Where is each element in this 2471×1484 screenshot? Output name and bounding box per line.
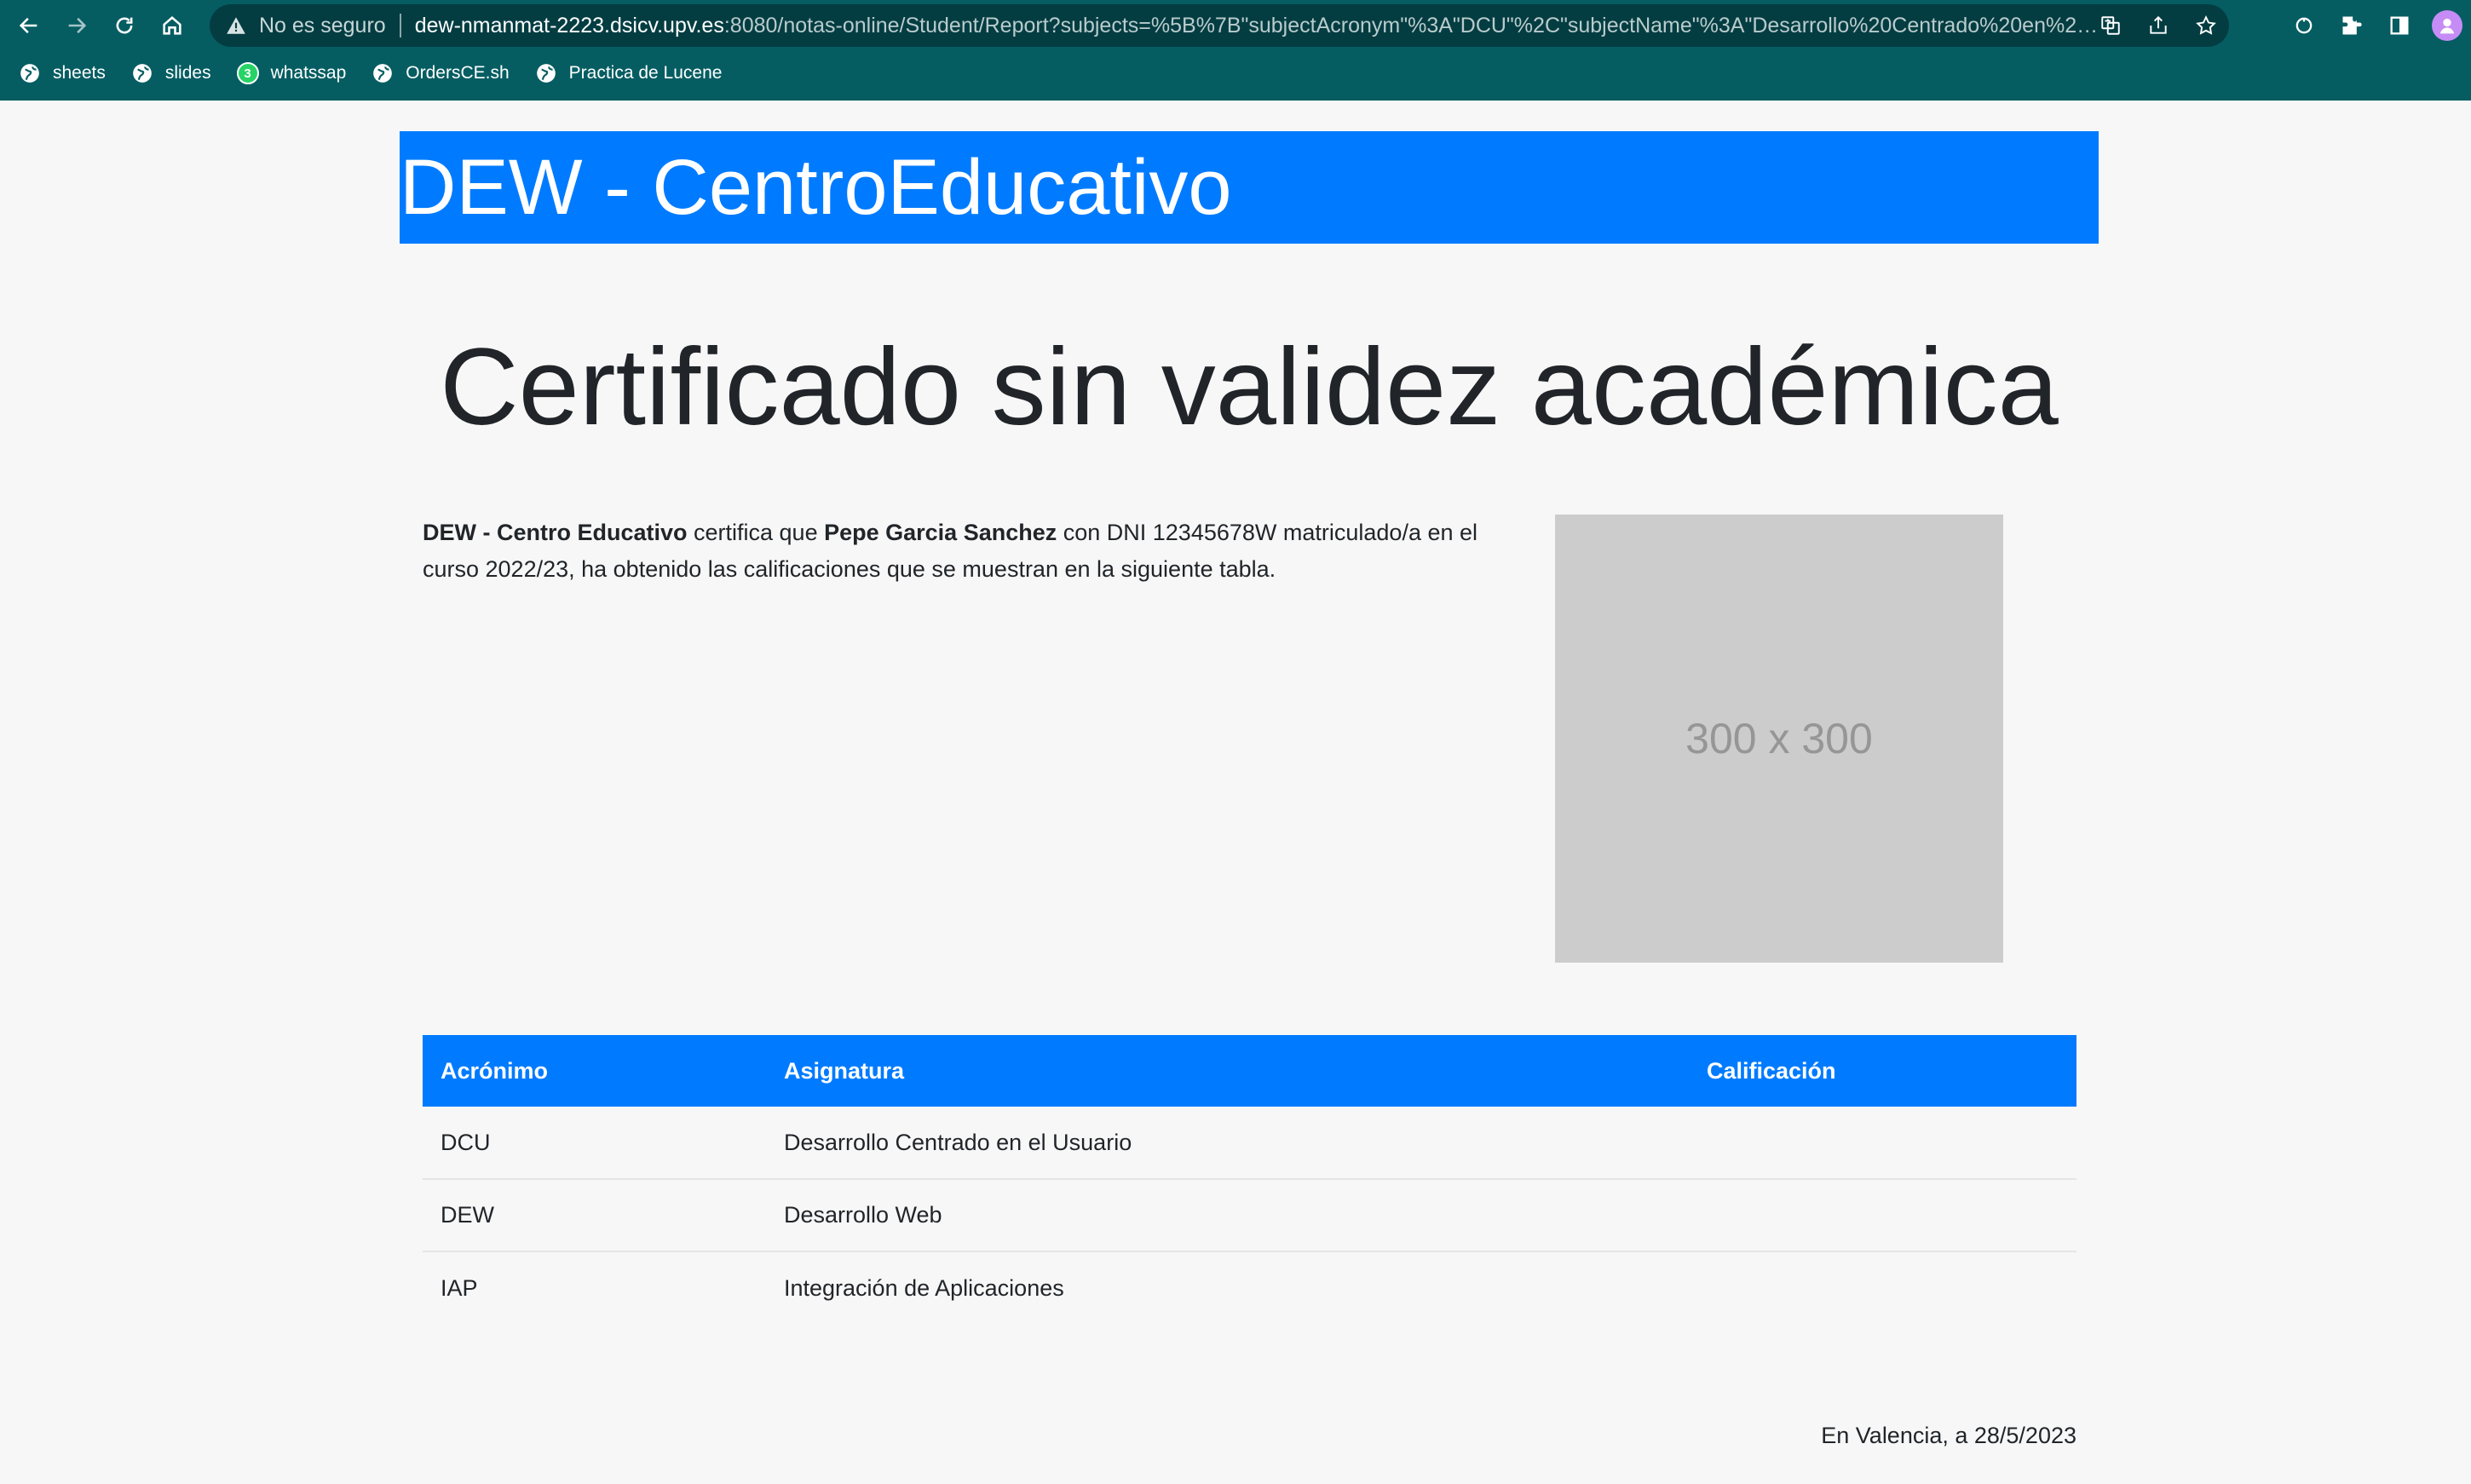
grade-cell: [1689, 1179, 2076, 1252]
table-row: DEW Desarrollo Web: [423, 1179, 2076, 1252]
translate-icon[interactable]: [2098, 13, 2123, 38]
grade-cell: [1689, 1251, 2076, 1324]
reload-icon: [116, 17, 133, 34]
share-icon[interactable]: [2146, 13, 2171, 38]
column-header-subject: Asignatura: [784, 1057, 905, 1084]
page-title: Certificado sin validez académica: [440, 326, 2059, 448]
reload-button[interactable]: [106, 7, 143, 44]
forward-button[interactable]: [58, 7, 95, 44]
certificate-intro: DEW - Centro Educativo certifica que Pep…: [423, 515, 1522, 588]
browser-toolbar: No es seguro dew-nmanmat-2223.dsicv.upv.…: [0, 0, 2471, 51]
subject-cell: Integración de Aplicaciones: [784, 1274, 1064, 1301]
certificate-date: En Valencia, a 28/5/2023: [1821, 1423, 2076, 1448]
table-row: IAP Integración de Aplicaciones: [423, 1251, 2076, 1324]
security-label[interactable]: No es seguro: [259, 14, 386, 38]
institution-name: DEW - Centro Educativo: [423, 520, 688, 545]
column-header-grade: Calificación: [1707, 1057, 1836, 1084]
arrow-right-icon: [68, 17, 87, 34]
url-path[interactable]: :8080/notas-online/Student/Report?subjec…: [724, 14, 2105, 38]
bookmark-label: Practica de Lucene: [568, 63, 723, 83]
student-name: Pepe Garcia Sanchez: [824, 520, 1057, 545]
address-bar-actions: [2098, 4, 2219, 47]
whatsapp-icon: 3: [236, 62, 259, 84]
table-row: DCU Desarrollo Centrado en el Usuario: [423, 1107, 2076, 1180]
profile-avatar[interactable]: [2432, 10, 2462, 41]
bookmarks-bar: sheets slides 3 whatssap OrdersCE.sh Pra…: [0, 55, 722, 92]
avatar-icon: [2432, 10, 2462, 41]
arrow-left-icon: [19, 17, 37, 34]
extensions-icon[interactable]: [2336, 10, 2367, 41]
home-icon: [163, 15, 181, 35]
globe-icon: [372, 62, 394, 84]
acronym-cell: IAP: [441, 1274, 478, 1301]
student-photo-placeholder: 300 x 300: [1555, 515, 2003, 963]
acronym-cell: DEW: [423, 1179, 766, 1252]
subject-cell: Desarrollo Web: [766, 1179, 1689, 1252]
column-header-acronym: Acrónimo: [441, 1057, 549, 1084]
bookmark-whatsapp[interactable]: 3 whatssap: [236, 62, 347, 84]
grades-table: Acrónimo Asignatura Calificación DCU Des…: [423, 1035, 2076, 1324]
notification-badge: 3: [236, 62, 259, 84]
bookmark-label: slides: [164, 63, 211, 83]
divider: [399, 14, 401, 37]
bookmark-label: whatssap: [270, 63, 347, 83]
bookmark-lucene[interactable]: Practica de Lucene: [535, 62, 723, 84]
address-bar[interactable]: No es seguro dew-nmanmat-2223.dsicv.upv.…: [210, 4, 2229, 47]
home-button[interactable]: [153, 7, 191, 44]
intro-text: certifica que: [687, 520, 825, 545]
grade-cell: [1689, 1107, 2076, 1180]
bookmark-label: OrdersCE.sh: [406, 63, 510, 83]
bookmark-slides[interactable]: slides: [131, 62, 211, 84]
side-panel-icon[interactable]: [2384, 10, 2415, 41]
subject-cell: Desarrollo Centrado en el Usuario: [766, 1107, 1689, 1180]
browser-actions: [2289, 7, 2462, 44]
sync-icon[interactable]: [2289, 10, 2319, 41]
site-brand-bar: DEW - CentroEducativo: [400, 131, 2099, 244]
warning-icon[interactable]: [225, 14, 249, 37]
bookmark-label: sheets: [53, 63, 106, 83]
table-header-row: Acrónimo Asignatura Calificación: [423, 1035, 2076, 1107]
bookmark-orders[interactable]: OrdersCE.sh: [372, 62, 510, 84]
url-host[interactable]: dew-nmanmat-2223.dsicv.upv.es: [415, 14, 724, 38]
globe-icon: [535, 62, 557, 84]
star-icon[interactable]: [2193, 13, 2219, 38]
globe-icon: [131, 62, 153, 84]
globe-icon: [19, 62, 41, 84]
browser-chrome: No es seguro dew-nmanmat-2223.dsicv.upv.…: [0, 0, 2471, 101]
back-button[interactable]: [10, 7, 48, 44]
acronym-cell: DCU: [423, 1107, 766, 1180]
bookmark-sheets[interactable]: sheets: [19, 62, 106, 84]
